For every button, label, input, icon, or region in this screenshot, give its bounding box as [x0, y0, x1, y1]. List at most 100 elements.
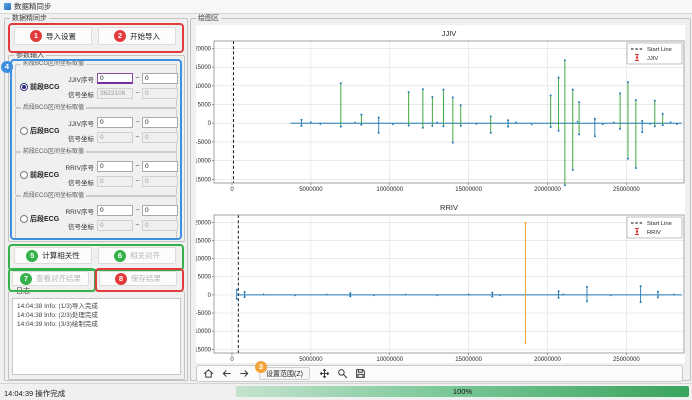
- radio-label: 后段BCG: [30, 126, 60, 136]
- pan-button[interactable]: [317, 367, 333, 381]
- param-input-group: 参数输入 4 前段BCG区间坐标取值 前段BCG JJIV序号 ~ 信号坐标: [8, 55, 185, 242]
- param-group-title: 后段ECG区间坐标取值: [21, 192, 86, 201]
- rriv-index-start-input[interactable]: [97, 161, 133, 172]
- svg-text:5000000: 5000000: [299, 187, 323, 193]
- param-group-rear-ecg: 后段ECG区间坐标取值 后段ECG RRIV序号 ~ 信号坐标 ~: [15, 196, 177, 240]
- field-label: JJIV序号: [61, 118, 94, 128]
- correlation-align-label: 相关对齐: [130, 250, 160, 261]
- svg-text:20000000: 20000000: [534, 357, 561, 363]
- svg-text:Start Line: Start Line: [647, 221, 672, 227]
- log-title: 日志: [14, 287, 32, 296]
- pan-icon: [319, 368, 330, 379]
- set-range-button[interactable]: 3 设置范围(Z): [259, 367, 310, 380]
- tilde-separator: ~: [133, 75, 142, 82]
- radio-icon[interactable]: [20, 171, 28, 179]
- svg-text:-10000: -10000: [196, 329, 212, 335]
- radio-rear-ecg[interactable]: 后段ECG: [20, 214, 59, 224]
- step-4-badge: 4: [1, 61, 13, 73]
- step-8-badge: 8: [115, 273, 127, 285]
- forward-button[interactable]: [236, 367, 252, 381]
- svg-text:5000: 5000: [198, 103, 212, 109]
- radio-icon[interactable]: [20, 215, 28, 223]
- plot-toolbar: 3 设置范围(Z): [196, 365, 683, 382]
- svg-text:10000: 10000: [196, 257, 212, 263]
- jjiv-index-start-input[interactable]: [97, 73, 133, 84]
- svg-text:-15000: -15000: [196, 177, 212, 183]
- svg-text:Start Line: Start Line: [647, 47, 672, 53]
- import-settings-label: 导入设置: [46, 31, 76, 42]
- signal-coord-start-input: [97, 132, 133, 143]
- field-label: 信号坐标: [61, 221, 94, 231]
- compute-correlation-button[interactable]: 5 计算相关性: [14, 247, 92, 264]
- svg-text:0: 0: [230, 187, 234, 193]
- correlation-align-button[interactable]: 6 相关对齐: [98, 247, 176, 264]
- window-titlebar[interactable]: 数据精同步: [0, 0, 692, 14]
- view-align-result-button[interactable]: 7 查看对齐结果: [12, 271, 89, 286]
- jjiv-index-start-input[interactable]: [97, 117, 133, 128]
- charts-figure[interactable]: 0500000010000000150000002000000025000000…: [196, 25, 685, 363]
- step-3-badge: 3: [255, 361, 267, 373]
- svg-text:-5000: -5000: [196, 311, 212, 317]
- left-panel-title: 数据精同步: [10, 14, 49, 23]
- rriv-index-end-input[interactable]: [142, 205, 178, 216]
- progress-value: 100%: [453, 387, 472, 396]
- forward-arrow-icon: [239, 368, 250, 379]
- radio-icon[interactable]: [20, 83, 28, 91]
- tilde-separator: ~: [133, 119, 142, 126]
- progress-bar: 100%: [236, 386, 689, 397]
- svg-text:20000000: 20000000: [534, 187, 561, 193]
- step-6-badge: 6: [114, 250, 126, 262]
- svg-text:25000000: 25000000: [613, 357, 640, 363]
- svg-text:0: 0: [230, 357, 234, 363]
- field-label: 信号坐标: [61, 133, 94, 143]
- window-title: 数据精同步: [14, 1, 52, 12]
- status-message: 14:04:39 操作完成: [4, 388, 65, 399]
- svg-text:5000000: 5000000: [299, 357, 323, 363]
- jjiv-index-end-input[interactable]: [142, 73, 178, 84]
- tilde-separator: ~: [133, 90, 142, 97]
- left-panel-group: 数据精同步 1 导入设置 2 开始导入 参数输入 4 前段BCG区间坐标取值 前…: [4, 18, 188, 381]
- signal-coord-end-input: [142, 220, 178, 231]
- signal-coord-end-input: [142, 176, 178, 187]
- svg-text:-10000: -10000: [196, 159, 212, 165]
- home-button[interactable]: [200, 367, 216, 381]
- radio-front-ecg[interactable]: 前段ECG: [20, 170, 59, 180]
- param-group-front-bcg: 前段BCG区间坐标取值 前段BCG JJIV序号 ~ 信号坐标 ~: [15, 64, 177, 108]
- zoom-button[interactable]: [335, 367, 351, 381]
- svg-text:RRIV: RRIV: [647, 230, 661, 236]
- radio-icon[interactable]: [20, 127, 28, 135]
- plot-panel-group: 绘图区 050000001000000015000000200000002500…: [190, 18, 691, 381]
- magnifier-icon: [337, 368, 348, 379]
- svg-text:-15000: -15000: [196, 347, 212, 353]
- back-button[interactable]: [218, 367, 234, 381]
- start-import-button[interactable]: 2 开始导入: [98, 27, 176, 45]
- rriv-index-start-input[interactable]: [97, 205, 133, 216]
- radio-label: 前段ECG: [30, 170, 59, 180]
- log-entry: 14:04:38 Info: (1/3)导入完成: [17, 302, 176, 311]
- log-entry: 14:04:39 Info: (3/3)绘制完成: [17, 320, 176, 329]
- svg-text:10000: 10000: [196, 84, 212, 90]
- svg-text:20000: 20000: [196, 46, 212, 52]
- jjiv-index-end-input[interactable]: [142, 117, 178, 128]
- field-label: RRIV序号: [61, 206, 94, 216]
- param-group-title: 前段BCG区间坐标取值: [21, 60, 86, 69]
- param-group-title: 后段BCG区间坐标取值: [21, 104, 86, 113]
- radio-front-bcg[interactable]: 前段BCG: [20, 82, 60, 92]
- save-figure-button[interactable]: [353, 367, 369, 381]
- svg-text:0: 0: [208, 293, 212, 299]
- step-7-badge: 7: [20, 273, 32, 285]
- svg-text:15000: 15000: [196, 65, 212, 71]
- tilde-separator: ~: [133, 222, 142, 229]
- save-result-button[interactable]: 8 保存结果: [99, 271, 177, 286]
- svg-text:10000000: 10000000: [376, 357, 403, 363]
- svg-text:10000000: 10000000: [376, 187, 403, 193]
- field-label: 信号坐标: [61, 177, 94, 187]
- radio-rear-bcg[interactable]: 后段BCG: [20, 126, 60, 136]
- app-icon: [4, 3, 11, 10]
- tilde-separator: ~: [133, 134, 142, 141]
- import-settings-button[interactable]: 1 导入设置: [14, 27, 92, 45]
- back-arrow-icon: [221, 368, 232, 379]
- log-entry: 14:04:38 Info: (2/3)处理完成: [17, 311, 176, 320]
- tilde-separator: ~: [133, 163, 142, 170]
- rriv-index-end-input[interactable]: [142, 161, 178, 172]
